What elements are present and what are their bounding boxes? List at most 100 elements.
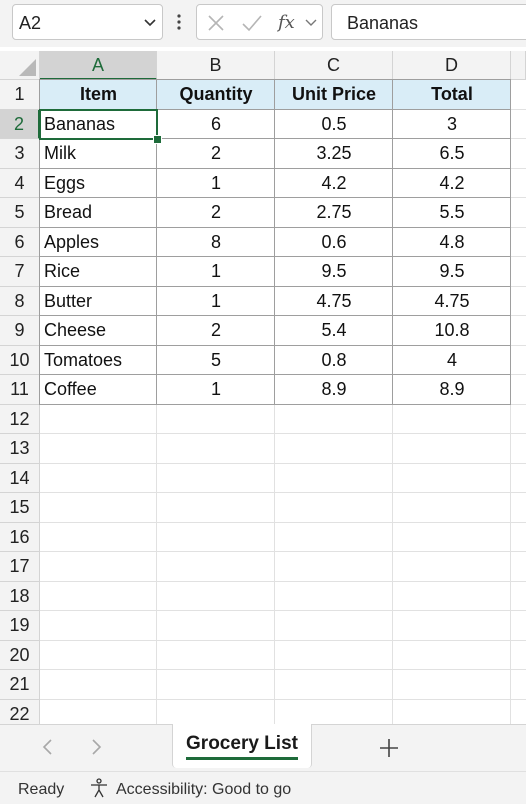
table-cell-border — [392, 374, 511, 405]
chevron-left-icon[interactable] — [38, 737, 58, 757]
gridline — [40, 669, 526, 670]
table-cell-border — [156, 256, 275, 287]
table-cell-border — [156, 167, 275, 198]
row-header-16[interactable]: 16 — [0, 522, 40, 552]
chevron-right-icon[interactable] — [86, 737, 106, 757]
table-cell-border — [274, 285, 393, 316]
active-cell-outline — [39, 108, 158, 140]
formula-value: Bananas — [347, 13, 419, 33]
table-cell-border — [392, 226, 511, 257]
row-header-6[interactable]: 6 — [0, 227, 40, 257]
enter-check-icon[interactable] — [241, 13, 263, 33]
name-box[interactable]: A2 — [12, 4, 163, 40]
table-cell-border — [39, 226, 157, 257]
row-header-18[interactable]: 18 — [0, 581, 40, 611]
table-cell-border — [274, 138, 393, 169]
table-cell-border — [39, 285, 157, 316]
more-vertical-icon[interactable] — [174, 12, 184, 32]
chevron-down-icon[interactable] — [304, 16, 318, 30]
table-cell-border — [392, 256, 511, 287]
svg-text:fx: fx — [277, 12, 295, 33]
row-header-3[interactable]: 3 — [0, 139, 40, 169]
table-cell-border — [392, 108, 511, 139]
table-cell-border — [39, 197, 157, 228]
row-header-13[interactable]: 13 — [0, 434, 40, 464]
row-header-9[interactable]: 9 — [0, 316, 40, 346]
table-cell-border — [392, 167, 511, 198]
row-header-5[interactable]: 5 — [0, 198, 40, 228]
row-header-4[interactable]: 4 — [0, 168, 40, 198]
table-cell-border — [156, 226, 275, 257]
row-header-20[interactable]: 20 — [0, 640, 40, 670]
gridline — [40, 698, 526, 700]
add-sheet-icon[interactable] — [376, 735, 402, 761]
table-cell-border — [274, 108, 393, 139]
gridline — [40, 433, 526, 434]
row-header-10[interactable]: 10 — [0, 345, 40, 375]
row-header-15[interactable]: 15 — [0, 493, 40, 523]
table-cell-border — [39, 167, 157, 198]
table-cell-border — [156, 108, 275, 139]
function-fx-icon[interactable]: fx — [277, 11, 301, 33]
formula-bar: A2 fx Bananas — [0, 0, 526, 47]
cancel-x-icon[interactable] — [206, 13, 226, 33]
row-header-12[interactable]: 12 — [0, 404, 40, 434]
table-cell-border — [39, 79, 157, 110]
column-header-a[interactable]: A — [40, 51, 157, 80]
select-all-corner[interactable] — [0, 51, 40, 80]
table-cell-border — [392, 315, 511, 346]
table-cell-border — [274, 256, 393, 287]
table-cell-border — [156, 315, 275, 346]
sheet-tab-label: Grocery List — [186, 733, 298, 760]
table-cell-border — [39, 315, 157, 346]
sheet-tab-active[interactable]: Grocery List — [172, 724, 312, 768]
column-header-d[interactable]: D — [393, 51, 511, 80]
chevron-down-icon[interactable] — [142, 14, 158, 30]
row-header-17[interactable]: 17 — [0, 552, 40, 582]
status-bar: Ready Accessibility: Good to go — [0, 771, 526, 804]
gridline — [40, 610, 526, 611]
table-cell-border — [156, 344, 275, 375]
table-cell-border — [392, 344, 511, 375]
table-cell-border — [39, 138, 157, 169]
column-header-c[interactable]: C — [275, 51, 393, 80]
table-cell-border — [274, 226, 393, 257]
table-cell-border — [274, 374, 393, 405]
row-header-2[interactable]: 2 — [0, 109, 40, 139]
table-cell-border — [156, 79, 275, 110]
table-cell-border — [156, 138, 275, 169]
table-cell-border — [39, 344, 157, 375]
row-header-1[interactable]: 1 — [0, 80, 40, 110]
status-ready: Ready — [18, 781, 65, 798]
row-header-14[interactable]: 14 — [0, 463, 40, 493]
table-cell-border — [39, 374, 157, 405]
table-cell-border — [392, 197, 511, 228]
table-cell-border — [274, 344, 393, 375]
name-box-value: A2 — [19, 13, 42, 33]
table-cell-border — [392, 138, 511, 169]
gridline — [40, 521, 526, 523]
row-header-11[interactable]: 11 — [0, 375, 40, 405]
table-cell-border — [274, 167, 393, 198]
gridline — [40, 551, 526, 552]
row-header-8[interactable]: 8 — [0, 286, 40, 316]
table-cell-border — [156, 285, 275, 316]
fill-handle[interactable] — [153, 135, 162, 144]
formula-input[interactable]: Bananas — [331, 4, 526, 40]
row-header-19[interactable]: 19 — [0, 611, 40, 641]
table-cell-border — [392, 285, 511, 316]
accessibility-icon[interactable] — [88, 777, 110, 799]
table-cell-border — [156, 197, 275, 228]
row-header-7[interactable]: 7 — [0, 257, 40, 287]
table-cell-border — [274, 315, 393, 346]
table-cell-border — [156, 374, 275, 405]
status-accessibility[interactable]: Accessibility: Good to go — [116, 781, 291, 799]
column-header-blank[interactable] — [511, 51, 526, 80]
table-cell-border — [39, 256, 157, 287]
table-cell-border — [392, 79, 511, 110]
row-header-21[interactable]: 21 — [0, 670, 40, 700]
table-cell-border — [274, 79, 393, 110]
column-header-b[interactable]: B — [157, 51, 275, 80]
formula-tools: fx — [196, 4, 323, 40]
gridline — [40, 639, 526, 641]
